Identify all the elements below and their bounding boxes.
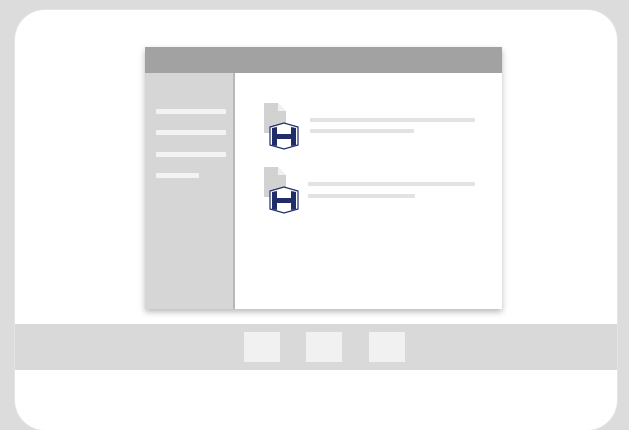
document-h-icon	[264, 103, 299, 150]
app-window	[145, 47, 502, 309]
file-title-line	[310, 118, 475, 122]
sidebar-item-1[interactable]	[156, 109, 226, 114]
taskbar-button-3[interactable]	[369, 332, 405, 362]
window-title-bar[interactable]	[145, 47, 502, 73]
sidebar-item-3[interactable]	[156, 152, 226, 157]
file-item[interactable]	[237, 101, 502, 153]
file-title-line	[308, 182, 475, 186]
sidebar	[145, 73, 235, 309]
document-h-icon	[264, 167, 299, 214]
sidebar-item-4[interactable]	[156, 173, 199, 178]
file-item[interactable]	[237, 165, 502, 217]
file-detail-line	[308, 194, 415, 198]
taskbar-button-1[interactable]	[244, 332, 280, 362]
sidebar-item-2[interactable]	[156, 130, 226, 135]
file-list	[237, 73, 502, 309]
taskbar	[15, 324, 617, 370]
file-detail-line	[310, 129, 414, 133]
taskbar-button-2[interactable]	[306, 332, 342, 362]
